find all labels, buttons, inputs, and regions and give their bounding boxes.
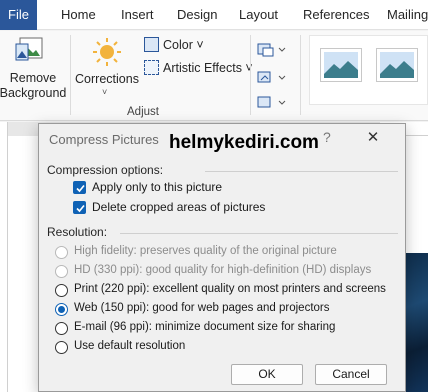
radio-label: High fidelity: preserves quality of the … [74, 245, 337, 257]
sun-icon [93, 38, 121, 66]
apply-only-label: Apply only to this picture [92, 180, 223, 194]
dialog-title: Compress Pictures [49, 132, 159, 147]
checkbox-checked-icon [73, 201, 86, 214]
picture-style-thumbnail[interactable] [376, 48, 418, 82]
checkbox-checked-icon [73, 181, 86, 194]
tab-insert[interactable]: Insert [121, 0, 154, 30]
corrections-button[interactable]: Corrections ˅ [74, 35, 140, 101]
radio-label: Web (150 ppi): good for web pages and pr… [74, 302, 330, 314]
radio-icon [55, 246, 68, 259]
radio-icon [55, 341, 68, 354]
chevron-down-icon: ˅ [102, 87, 108, 97]
vertical-ruler [0, 122, 8, 392]
radio-label: Use default resolution [74, 340, 186, 352]
picture-styles-gallery [309, 35, 428, 105]
reset-picture-button[interactable] [255, 93, 291, 113]
tab-file[interactable]: File [0, 0, 37, 30]
remove-background-label: Remove Background [0, 71, 68, 101]
radio-label: Print (220 ppi): excellent quality on mo… [74, 283, 386, 295]
compression-options-label: Compression options: [47, 163, 164, 177]
remove-background-icon [15, 37, 43, 61]
ribbon-tab-bar: File Home Insert Design Layout Reference… [0, 0, 428, 30]
tab-home[interactable]: Home [61, 0, 96, 30]
delete-cropped-label: Delete cropped areas of pictures [92, 200, 266, 214]
cancel-button[interactable]: Cancel [315, 364, 387, 385]
ribbon-separator [70, 35, 71, 115]
color-label: Color ˅ [163, 38, 204, 52]
tab-layout[interactable]: Layout [239, 0, 278, 30]
help-icon[interactable]: ? [323, 129, 331, 145]
change-picture-icon [257, 71, 286, 83]
ribbon-picture-format: Remove Background Corrections ˅ Color ˅ … [0, 31, 428, 121]
corrections-label: Corrections [75, 72, 139, 86]
picture-style-thumbnail[interactable] [320, 48, 362, 82]
artistic-effects-icon [144, 60, 159, 75]
compress-pictures-dialog: Compress Pictures helmykediri.com ? ✕ Co… [38, 123, 406, 392]
radio-selected-icon [55, 303, 68, 316]
color-icon [144, 37, 159, 52]
remove-background-button[interactable]: Remove Background [0, 33, 66, 101]
section-divider [120, 233, 398, 234]
remove-label-line1: Remove [9, 71, 57, 85]
resolution-label: Resolution: [47, 225, 108, 239]
radio-label: HD (330 ppi): good quality for high-defi… [74, 264, 372, 276]
radio-icon [55, 265, 68, 278]
artistic-effects-label: Artistic Effects ˅ [163, 61, 253, 75]
close-icon[interactable]: ✕ [361, 127, 385, 149]
compress-pictures-button[interactable] [255, 40, 291, 60]
landscape-icon [380, 52, 414, 78]
ribbon-separator [300, 35, 301, 115]
reset-picture-icon [257, 96, 286, 108]
tab-mailings[interactable]: Mailings [387, 0, 428, 30]
tab-design[interactable]: Design [177, 0, 217, 30]
ribbon-separator [250, 35, 251, 115]
change-picture-button[interactable] [255, 68, 291, 88]
ok-button[interactable]: OK [231, 364, 303, 385]
landscape-icon [324, 52, 358, 78]
group-label-adjust: Adjust [127, 106, 159, 118]
radio-label: E-mail (96 ppi): minimize document size … [74, 321, 336, 333]
radio-icon [55, 322, 68, 335]
watermark-text: helmykediri.com [169, 132, 319, 153]
remove-label-line2: Background [0, 86, 67, 100]
tab-references[interactable]: References [303, 0, 369, 30]
compress-pictures-icon [257, 43, 286, 57]
radio-icon [55, 284, 68, 297]
section-divider [205, 171, 398, 172]
